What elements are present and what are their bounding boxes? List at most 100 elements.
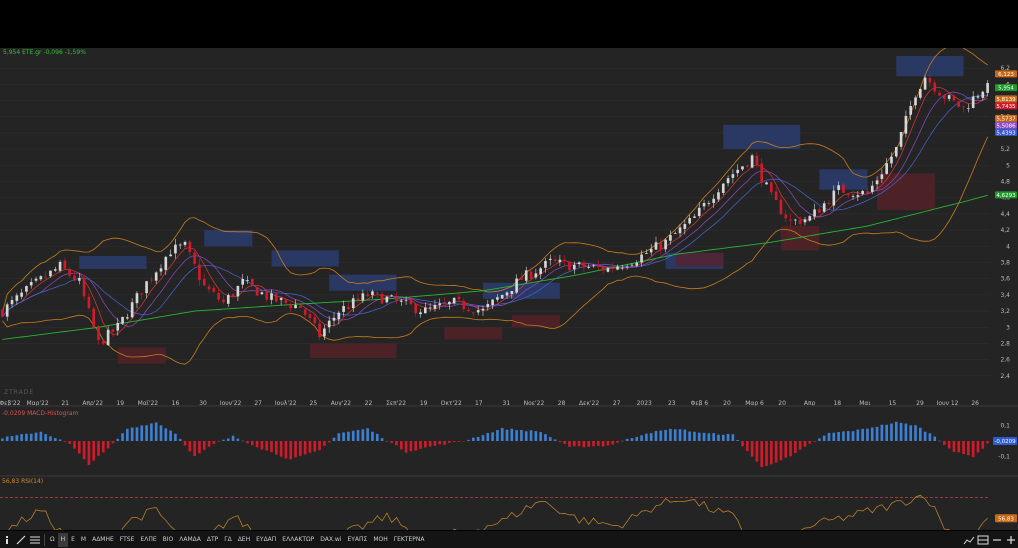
toolbar-item[interactable]: ΓΔ [221, 533, 234, 547]
candle-body [846, 194, 850, 196]
macd-bar [318, 441, 321, 451]
toolbar-item[interactable]: ΑΔΜΗΕ [89, 533, 117, 547]
macd-bar [428, 441, 432, 447]
candle [164, 256, 168, 276]
toolbar-item[interactable]: ΔΤΡ [204, 533, 221, 547]
macd-bar [356, 429, 360, 441]
chart-area[interactable]: 6,265,85,65,45,254,84,64,44,243,83,63,43… [0, 44, 1018, 548]
macd-bar [918, 427, 922, 441]
candle-body [577, 262, 581, 264]
price-badge-label: 6,123 [998, 72, 1014, 78]
price-chart[interactable]: 6,265,85,65,45,254,84,64,44,243,83,63,43… [0, 44, 1018, 548]
candle-body [202, 278, 206, 286]
candle-body [520, 277, 523, 280]
macd-bar [448, 441, 451, 443]
candle [683, 219, 687, 235]
candle [500, 294, 504, 299]
toolbar-item[interactable]: ΜΟΗ [370, 533, 390, 547]
candle-body [894, 146, 898, 157]
candle-body [486, 303, 490, 308]
candle [39, 275, 43, 281]
macd-bar [472, 437, 475, 441]
macd-bar [150, 423, 153, 441]
candle [918, 88, 922, 100]
macd-bar [92, 441, 96, 461]
macd-bar [303, 441, 307, 455]
macd-bar [380, 438, 384, 441]
candle-body [169, 254, 172, 257]
macd-bar [697, 432, 701, 441]
layout-icon[interactable] [976, 533, 990, 547]
candle-body [534, 273, 538, 278]
toolbar-item[interactable]: ΓΕΚΤΕΡΝΑ [391, 533, 428, 547]
macd-bar [842, 431, 845, 441]
toolbar-item[interactable]: Μ [78, 533, 89, 547]
candle [548, 254, 552, 266]
candle [289, 302, 293, 312]
macd-bar [87, 441, 91, 466]
candle-body [308, 314, 312, 319]
macd-bar [962, 441, 965, 455]
toolbar-item[interactable]: ΒΙΟ [160, 533, 177, 547]
candle-body [5, 304, 9, 317]
candle [375, 290, 379, 298]
candle [20, 288, 23, 300]
macd-bar [452, 441, 456, 442]
candle-body [313, 317, 317, 324]
candle [423, 302, 427, 314]
candle-body [366, 294, 369, 297]
indicators-icon[interactable] [28, 533, 42, 547]
toolbar-item[interactable]: Ε [68, 533, 78, 547]
toolbar-item[interactable]: FTSE [117, 533, 138, 547]
candle-body [544, 260, 547, 268]
candle-body [53, 269, 57, 271]
macd-bar [140, 425, 144, 441]
candle [130, 298, 134, 319]
toolbar-item[interactable]: ΔΕΗ [235, 533, 253, 547]
toolbar-item[interactable]: ΕΥΔΑΠ [253, 533, 279, 547]
macd-bar [808, 441, 812, 444]
price-tick: 2,6 [1000, 357, 1010, 364]
candle [299, 305, 302, 309]
macd-bar [279, 441, 283, 457]
toolbar-item[interactable]: Η [57, 532, 69, 547]
macd-bar [409, 441, 413, 452]
macd-bar [621, 440, 624, 442]
toolbar-item[interactable]: ΕΛΛΑΚΤΩΡ [279, 533, 317, 547]
candle [255, 286, 259, 296]
candle [275, 293, 278, 303]
toolbar-item[interactable]: Ω [47, 533, 58, 547]
candle-body [962, 106, 965, 108]
info-icon[interactable] [0, 533, 14, 547]
candle-body [967, 108, 970, 110]
macd-bar [284, 441, 288, 459]
candle [765, 181, 768, 185]
candle [217, 289, 220, 303]
toolbar-item[interactable]: ΛΑΜΔΑ [176, 533, 204, 547]
price-badge: 4,6293 [995, 191, 1017, 199]
candle-body [303, 309, 307, 316]
macd-bar [183, 441, 187, 446]
macd-bar [669, 428, 672, 441]
chart-type-icon[interactable] [962, 533, 976, 547]
candle-body [323, 328, 326, 337]
toolbar-item[interactable]: ΕΛΠΕ [137, 533, 159, 547]
macd-bar [976, 441, 980, 453]
candle [92, 306, 96, 330]
candle [784, 210, 788, 223]
macd-bar [63, 441, 67, 442]
macd-bar [587, 441, 591, 447]
macd-bar [520, 429, 523, 441]
toolbar-item[interactable]: DAX.wi [317, 533, 344, 547]
macd-bar [419, 441, 422, 449]
macd-bar [943, 441, 946, 445]
candle-body [784, 214, 788, 219]
zoom-in-icon[interactable] [1004, 533, 1018, 547]
macd-bar [462, 441, 466, 442]
candle-body [385, 296, 389, 303]
price-tick: 2,4 [1000, 373, 1010, 380]
price-badge: 5,4393 [995, 128, 1017, 136]
toolbar-item[interactable]: ΕΥΑΠΣ [344, 533, 370, 547]
draw-line-icon[interactable] [14, 533, 28, 547]
zoom-out-icon[interactable] [990, 533, 1004, 547]
